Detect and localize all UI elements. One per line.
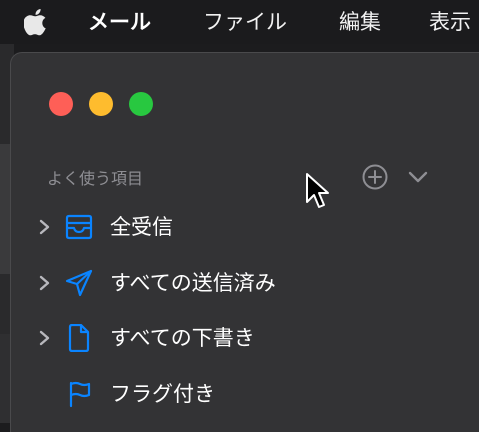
chevron-down-icon[interactable] (406, 165, 430, 189)
chevron-right-icon[interactable] (38, 328, 52, 348)
document-icon (68, 324, 90, 352)
paperplane-icon (65, 269, 93, 297)
zoom-window-button[interactable] (129, 92, 153, 116)
apple-logo-icon[interactable] (24, 8, 48, 36)
tray-icon (65, 214, 93, 240)
menu-edit[interactable]: 編集 (339, 0, 381, 44)
sidebar-item-label: 全受信 (110, 215, 173, 239)
chevron-right-icon[interactable] (38, 273, 52, 293)
mouse-cursor-icon (306, 173, 329, 208)
sidebar-item-label: フラグ付き (110, 382, 215, 406)
chevron-right-icon[interactable] (38, 217, 52, 237)
sidebar-item-all-drafts[interactable]: すべての下書き (11, 313, 471, 363)
menu-view[interactable]: 表示 (429, 0, 471, 44)
menu-file[interactable]: ファイル (203, 0, 287, 44)
close-window-button[interactable] (49, 92, 73, 116)
menu-app-mail[interactable]: メール (88, 0, 151, 44)
mail-window: よく使う項目 全受信 すべての送信済み すべての下書き フラグ付き (10, 52, 479, 432)
menu-bar: メール ファイル 編集 表示 (0, 0, 479, 44)
sidebar-item-flagged[interactable]: フラグ付き (11, 369, 471, 419)
favorites-section-title: よく使う項目 (47, 169, 144, 188)
flag-icon (69, 381, 91, 408)
sidebar-item-all-sent[interactable]: すべての送信済み (11, 258, 471, 308)
sidebar-item-label: すべての下書き (110, 326, 255, 350)
sidebar-item-all-inboxes[interactable]: 全受信 (11, 202, 471, 252)
plus-circle-icon[interactable] (361, 163, 389, 191)
sidebar-item-label: すべての送信済み (110, 271, 276, 295)
minimize-window-button[interactable] (89, 92, 113, 116)
